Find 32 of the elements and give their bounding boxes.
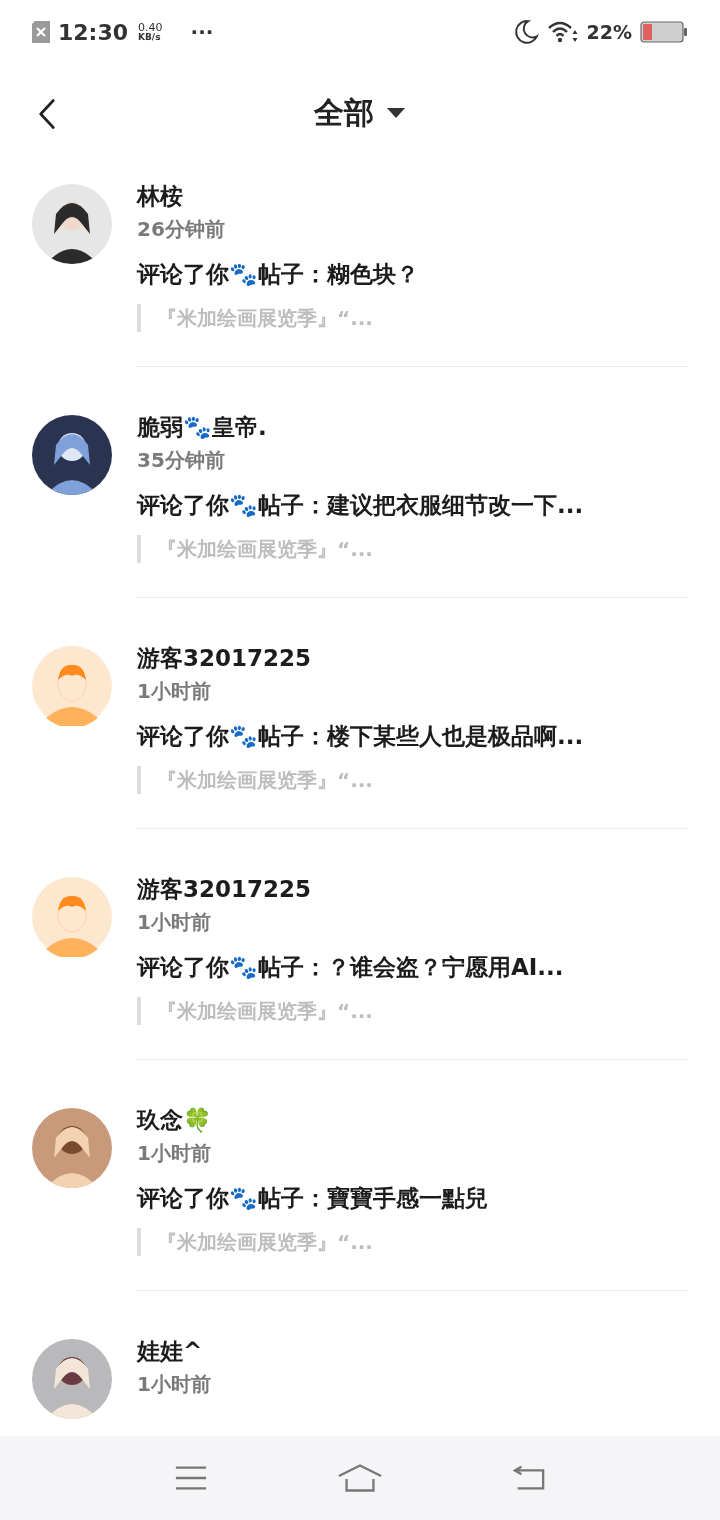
speed-unit: KB/s <box>138 33 162 42</box>
battery-icon <box>640 21 688 43</box>
timestamp: 26分钟前 <box>137 216 225 243</box>
comment-text[interactable]: 评论了你🐾帖子：建议把衣服细节改一下... <box>137 489 584 521</box>
user-name[interactable]: 游客32017225 <box>137 873 312 905</box>
clock: 12:30 <box>58 19 129 45</box>
back-nav-icon[interactable] <box>512 1464 546 1492</box>
comment-text[interactable]: 评论了你🐾帖子：寶寶手感一點兒 <box>137 1182 488 1214</box>
filter-dropdown[interactable]: 全部 <box>314 92 406 134</box>
user-name[interactable]: 娃娃^ <box>137 1335 203 1367</box>
wifi-icon <box>546 20 579 44</box>
timestamp: 1小时前 <box>137 909 211 936</box>
caret-icon <box>386 107 406 119</box>
sim-icon <box>32 21 50 43</box>
back-icon <box>38 98 56 130</box>
home-icon[interactable] <box>336 1462 384 1494</box>
user-name[interactable]: 玖念🍀 <box>137 1104 212 1136</box>
timestamp: 35分钟前 <box>137 447 225 474</box>
comment-text[interactable]: 评论了你🐾帖子：？谁会盗？宁愿用AI... <box>137 951 564 983</box>
timestamp: 1小时前 <box>137 1140 211 1167</box>
battery-percentage: 22% <box>586 21 632 43</box>
timestamp: 1小时前 <box>137 1371 211 1398</box>
comment-text[interactable]: 评论了你🐾帖子：糊色块？ <box>137 258 419 290</box>
user-name[interactable]: 游客32017225 <box>137 642 312 674</box>
menu-icon[interactable] <box>174 1464 208 1492</box>
user-name[interactable]: 脆弱🐾皇帝. <box>137 411 267 443</box>
timestamp: 1小时前 <box>137 678 211 705</box>
more-indicator: ··· <box>190 20 214 44</box>
moon-icon <box>512 19 539 45</box>
comment-text[interactable]: 评论了你🐾帖子：楼下某些人也是极品啊... <box>137 720 584 752</box>
user-name[interactable]: 林桉 <box>137 180 183 212</box>
network-speed: 0.40 <box>138 22 163 33</box>
